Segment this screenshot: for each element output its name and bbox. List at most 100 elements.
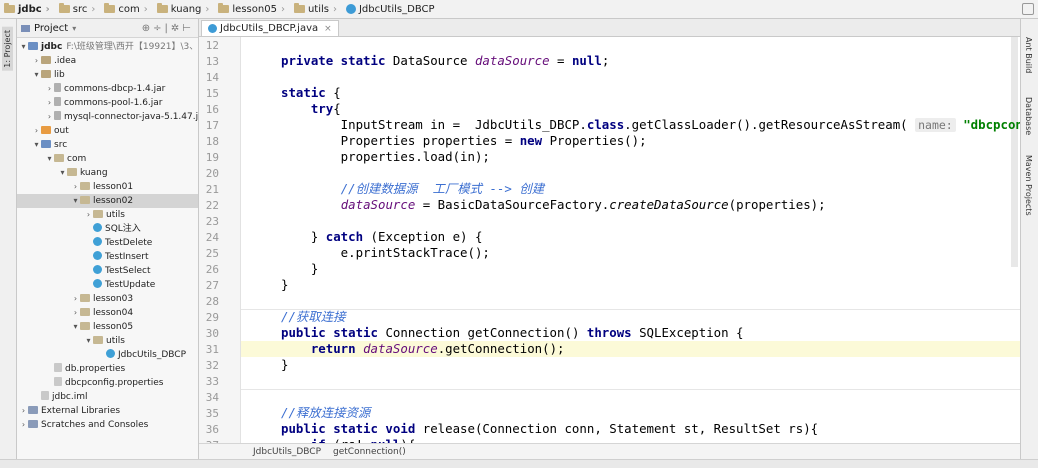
code-editor[interactable]: 12 13 14 15 16 17 18 19 20 21 22 23 24 25 26 27 28 29 30 31… bbox=[199, 37, 1020, 443]
tree-item[interactable]: › lesson04 bbox=[17, 306, 198, 320]
tree-item[interactable]: TestInsert bbox=[17, 250, 198, 264]
tree-item[interactable]: ▾ jdbcF:\班级管理\西开【19921】\3、代码 bbox=[17, 40, 198, 54]
tree-item[interactable]: ▾ utils bbox=[17, 334, 198, 348]
expand-arrow-icon[interactable]: ▾ bbox=[19, 40, 28, 54]
maximize-icon[interactable] bbox=[1022, 3, 1034, 15]
code-line[interactable]: public static void release(Connection co… bbox=[281, 421, 818, 437]
code-line[interactable]: //释放连接资源 bbox=[281, 405, 370, 421]
code-line[interactable]: dataSource = BasicDataSourceFactory.crea… bbox=[281, 197, 826, 213]
ant-build-tab[interactable]: Ant Build bbox=[1024, 37, 1033, 73]
expand-arrow-icon[interactable]: ▾ bbox=[45, 152, 54, 166]
close-icon[interactable]: × bbox=[324, 24, 332, 34]
expand-arrow-icon[interactable]: › bbox=[19, 418, 28, 432]
tree-item[interactable]: ▾ src bbox=[17, 138, 198, 152]
code-line[interactable]: public static Connection getConnection()… bbox=[281, 325, 744, 341]
expand-arrow-icon[interactable]: ▾ bbox=[84, 334, 93, 348]
tree-item[interactable]: ▾ com bbox=[17, 152, 198, 166]
breadcrumb-item[interactable]: jdbc › bbox=[0, 0, 55, 19]
tree-item-label: lesson03 bbox=[93, 294, 134, 304]
class-icon bbox=[345, 4, 356, 14]
editor-tab-bar: JdbcUtils_DBCP.java × bbox=[199, 19, 1020, 37]
expand-arrow-icon[interactable]: › bbox=[71, 180, 80, 194]
expand-arrow-icon[interactable]: › bbox=[19, 404, 28, 418]
expand-arrow-icon[interactable]: ▾ bbox=[32, 68, 41, 82]
breadcrumb-item[interactable]: lesson05 › bbox=[214, 0, 290, 19]
tree-item[interactable]: dbcpconfig.properties bbox=[17, 376, 198, 390]
code-line[interactable]: } bbox=[281, 277, 288, 293]
tree-item[interactable]: ▾ lib bbox=[17, 68, 198, 82]
tree-item[interactable]: ▾ lesson02 bbox=[17, 194, 198, 208]
database-tab[interactable]: Database bbox=[1024, 97, 1033, 135]
tree-item[interactable]: db.properties bbox=[17, 362, 198, 376]
tree-item[interactable]: › lesson03 bbox=[17, 292, 198, 306]
tree-item[interactable]: ▾ lesson05 bbox=[17, 320, 198, 334]
expand-arrow-icon[interactable]: › bbox=[32, 54, 41, 68]
code-line[interactable]: Properties properties = new Properties()… bbox=[281, 133, 647, 149]
class-icon bbox=[93, 279, 102, 288]
tree-item[interactable]: TestUpdate bbox=[17, 278, 198, 292]
tree-item[interactable]: › mysql-connector-java-5.1.47.jar bbox=[17, 110, 198, 124]
editor-scrollbar[interactable] bbox=[1011, 37, 1018, 267]
tree-item[interactable]: › Scratches and Consoles bbox=[17, 418, 198, 432]
line-number: 30 bbox=[205, 327, 219, 340]
code-line[interactable]: properties.load(in); bbox=[281, 149, 490, 165]
code-line[interactable]: return dataSource.getConnection(); bbox=[281, 341, 565, 357]
code-line[interactable]: private static DataSource dataSource = n… bbox=[281, 53, 609, 69]
code-line[interactable]: } bbox=[281, 261, 318, 277]
code-line[interactable]: static { bbox=[281, 85, 341, 101]
expand-arrow-icon[interactable]: ▾ bbox=[71, 194, 80, 208]
code-line[interactable]: //获取连接 bbox=[281, 309, 345, 325]
tree-item[interactable]: › utils bbox=[17, 208, 198, 222]
folder-icon bbox=[41, 70, 51, 78]
maven-projects-tab[interactable]: Maven Projects bbox=[1024, 155, 1033, 216]
code-line[interactable]: e.printStackTrace(); bbox=[281, 245, 490, 261]
code-line[interactable]: //创建数据源 工厂模式 --> 创建 bbox=[281, 181, 544, 197]
code-line[interactable]: InputStream in = JdbcUtils_DBCP.class.ge… bbox=[281, 117, 1020, 133]
tab-jdbcutils-dbcp[interactable]: JdbcUtils_DBCP.java × bbox=[201, 20, 339, 36]
tree-item-label: lib bbox=[54, 70, 65, 80]
tree-item-label: utils bbox=[106, 210, 125, 220]
status-method-name[interactable]: getConnection() bbox=[333, 447, 406, 457]
breadcrumb-item[interactable]: src › bbox=[55, 0, 101, 19]
expand-arrow-icon[interactable]: › bbox=[71, 306, 80, 320]
source-folder-icon bbox=[41, 140, 51, 148]
tree-item[interactable]: › .idea bbox=[17, 54, 198, 68]
tree-item[interactable]: TestSelect bbox=[17, 264, 198, 278]
expand-arrow-icon[interactable]: › bbox=[71, 292, 80, 306]
tree-item[interactable]: › commons-dbcp-1.4.jar bbox=[17, 82, 198, 96]
tree-item-label: commons-dbcp-1.4.jar bbox=[64, 84, 166, 94]
project-view-selector[interactable]: Project bbox=[34, 23, 68, 34]
folder-icon bbox=[156, 3, 168, 13]
code-line[interactable]: try{ bbox=[281, 101, 341, 117]
tree-item[interactable]: › lesson01 bbox=[17, 180, 198, 194]
expand-arrow-icon[interactable]: ▾ bbox=[71, 320, 80, 334]
breadcrumb-item[interactable]: kuang › bbox=[153, 0, 215, 19]
tree-item[interactable]: › out bbox=[17, 124, 198, 138]
code-line[interactable]: } bbox=[281, 357, 288, 373]
breadcrumb-item[interactable]: com › bbox=[100, 0, 152, 19]
tree-item[interactable]: jdbc.iml bbox=[17, 390, 198, 404]
expand-arrow-icon[interactable]: › bbox=[45, 96, 54, 110]
breadcrumb-label: kuang bbox=[170, 3, 202, 15]
chevron-down-icon[interactable]: ▾ bbox=[72, 24, 76, 33]
breadcrumb-item[interactable]: utils › bbox=[290, 0, 342, 19]
expand-arrow-icon[interactable]: › bbox=[45, 110, 54, 124]
tree-item[interactable]: › External Libraries bbox=[17, 404, 198, 418]
breadcrumb-item[interactable]: JdbcUtils_DBCP bbox=[342, 0, 440, 19]
expand-arrow-icon[interactable]: › bbox=[84, 208, 93, 222]
panel-tools-icon[interactable]: ⊕÷|✲⊢ bbox=[142, 23, 194, 34]
expand-arrow-icon[interactable]: ▾ bbox=[32, 138, 41, 152]
project-tool-tab[interactable]: 1: Project bbox=[2, 27, 13, 71]
code-line[interactable]: } catch (Exception e) { bbox=[281, 229, 483, 245]
tree-item[interactable]: ▾ kuang bbox=[17, 166, 198, 180]
tree-item[interactable]: › commons-pool-1.6.jar bbox=[17, 96, 198, 110]
expand-arrow-icon[interactable]: ▾ bbox=[58, 166, 67, 180]
tree-item[interactable]: TestDelete bbox=[17, 236, 198, 250]
package-icon bbox=[80, 182, 90, 190]
expand-arrow-icon[interactable]: › bbox=[32, 124, 41, 138]
status-class-name[interactable]: JdbcUtils_DBCP bbox=[253, 447, 321, 457]
tree-item[interactable]: SQL注入 bbox=[17, 222, 198, 236]
expand-arrow-icon[interactable]: › bbox=[45, 82, 54, 96]
folder-icon bbox=[4, 3, 15, 13]
tree-item[interactable]: JdbcUtils_DBCP bbox=[17, 348, 198, 362]
